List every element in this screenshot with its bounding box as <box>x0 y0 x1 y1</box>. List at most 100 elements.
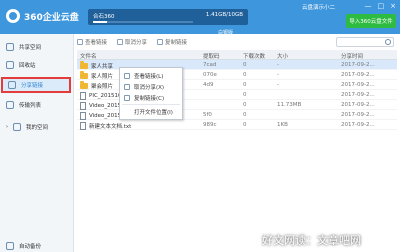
watermark-text: 好文网读：文章吧网 <box>262 234 361 247</box>
file-name: PIC_201510 <box>89 93 122 99</box>
copy-icon <box>157 39 164 45</box>
col-filename[interactable]: 文件名 <box>80 52 97 60</box>
file-name: 家人照片 <box>91 74 114 80</box>
downloads-cell: 0 <box>243 92 247 98</box>
code-cell: 4d9 <box>203 82 214 88</box>
video-file-icon <box>80 102 86 110</box>
time-cell: 2017-09-2... <box>341 112 375 118</box>
time-cell: 2017-09-2... <box>341 62 375 68</box>
file-name: Video_2015 <box>89 113 122 119</box>
toolbar: 查看链接 取消分享 复制链接 <box>77 37 187 47</box>
file-name: Video_2015 <box>89 103 122 109</box>
user-name[interactable]: 云盘演示小二 <box>302 3 335 11</box>
logo-icon <box>6 9 20 23</box>
share-link-icon <box>8 81 16 89</box>
share-space-icon <box>6 43 14 51</box>
transfer-icon <box>6 101 14 109</box>
menu-item-open-location[interactable]: 打开文件位置(I) <box>120 106 182 117</box>
folder-icon <box>80 61 88 69</box>
my-space-icon <box>13 123 21 131</box>
minimize-icon[interactable]: — <box>365 2 372 10</box>
col-code[interactable]: 提取码 <box>203 52 220 60</box>
downloads-cell: 0 <box>243 112 247 118</box>
col-size[interactable]: 大小 <box>277 52 288 60</box>
cancel-share-icon <box>117 39 124 45</box>
time-cell: 2017-09-2... <box>341 82 375 88</box>
sidebar-item-label: 我的空间 <box>26 125 49 131</box>
copy-icon <box>124 94 130 101</box>
folder-icon <box>80 81 88 89</box>
close-icon[interactable]: × <box>390 2 396 10</box>
downloads-cell: 0 <box>243 62 247 68</box>
sidebar-item-my-space[interactable]: › 我的空间 <box>0 120 74 134</box>
sidebar-item-label: 传输列表 <box>19 103 42 109</box>
time-cell: 2017-09-2... <box>341 92 375 98</box>
window-controls: — □ × <box>365 2 397 10</box>
file-name: 家人共享 <box>91 64 114 70</box>
video-file-icon <box>80 112 86 120</box>
code-cell: 5f0 <box>203 112 212 118</box>
toolbar-label: 查看链接 <box>85 40 108 46</box>
search-icon[interactable] <box>385 39 391 45</box>
sidebar-item-share-links[interactable]: 分享链接 <box>1 77 71 93</box>
cancel-share-button[interactable]: 取消分享 <box>117 37 147 47</box>
sidebar-item-shared-space[interactable]: 共享空间 <box>0 40 74 54</box>
auto-backup[interactable]: 自动备份 <box>6 242 41 250</box>
code-cell: 070e <box>203 72 217 78</box>
account-panel[interactable]: 合石360 1.41GB/10GB <box>88 9 248 25</box>
top-bar: 360企业云盘 合石360 1.41GB/10GB 白银版 云盘演示小二 — □… <box>0 0 400 36</box>
auto-backup-label: 自动备份 <box>19 244 42 250</box>
col-time[interactable]: 分享时间 <box>341 52 363 60</box>
menu-item-cancel-share[interactable]: 取消分享(X) <box>120 81 182 92</box>
code-cell: 7cad <box>203 62 217 68</box>
account-level: 白银版 <box>218 30 234 36</box>
time-cell: 2017-09-2... <box>341 122 375 128</box>
toolbar-label: 取消分享 <box>125 40 148 46</box>
sidebar-item-label: 共享空间 <box>19 45 42 51</box>
size-cell: 1KB <box>277 122 288 128</box>
link-icon <box>124 72 130 79</box>
file-name: 聚会照片 <box>91 84 114 90</box>
menu-item-label: 打开文件位置(I) <box>134 109 173 116</box>
downloads-cell: 0 <box>243 102 247 108</box>
storage-usage: 1.41GB/10GB <box>205 12 243 18</box>
file-icon <box>80 92 86 100</box>
col-downloads[interactable]: 下载次数 <box>243 52 265 60</box>
downloads-cell: 0 <box>243 72 247 78</box>
menu-item-label: 复制链接(C) <box>134 95 165 102</box>
text-file-icon <box>80 122 86 130</box>
backup-icon <box>6 242 14 250</box>
account-name: 合石360 <box>93 14 115 20</box>
maximize-icon[interactable]: □ <box>378 2 385 10</box>
folder-icon <box>80 71 88 79</box>
sidebar-item-transfer-list[interactable]: 传输列表 <box>0 98 74 112</box>
storage-progress-fill <box>93 21 108 23</box>
menu-item-view-link[interactable]: 查看链接(L) <box>120 70 182 81</box>
context-menu: 查看链接(L) 取消分享(X) 复制链接(C) 打开文件位置(I) <box>119 67 183 120</box>
import-360-button[interactable]: 导入360云盘文件 <box>346 14 396 28</box>
size-cell: - <box>277 82 279 88</box>
app-logo: 360企业云盘 <box>6 8 79 24</box>
menu-divider <box>122 104 180 105</box>
size-cell: - <box>277 72 279 78</box>
view-link-button[interactable]: 查看链接 <box>77 37 107 47</box>
search-input[interactable] <box>336 37 394 47</box>
menu-item-label: 查看链接(L) <box>134 73 164 80</box>
link-icon <box>77 39 83 45</box>
sidebar-item-label: 分享链接 <box>21 83 44 89</box>
size-cell: 11.73MB <box>277 102 302 108</box>
menu-item-label: 取消分享(X) <box>134 84 165 91</box>
code-cell: 989c <box>203 122 217 128</box>
chevron-right-icon: › <box>6 124 8 130</box>
downloads-cell: 0 <box>243 82 247 88</box>
sidebar-item-recycle-bin[interactable]: 回收站 <box>0 58 74 72</box>
trash-icon <box>6 61 14 69</box>
time-cell: 2017-09-2... <box>341 72 375 78</box>
table-row[interactable]: 新建文本文档.txt 989c 0 1KB 2017-09-2... <box>77 120 397 130</box>
downloads-cell: 0 <box>243 122 247 128</box>
menu-item-copy-link[interactable]: 复制链接(C) <box>120 92 182 103</box>
table-header: 文件名 提取码 下载次数 大小 分享时间 <box>77 50 397 60</box>
copy-link-button[interactable]: 复制链接 <box>157 37 187 47</box>
cancel-share-icon <box>124 83 130 90</box>
storage-progress-bar <box>93 21 193 23</box>
